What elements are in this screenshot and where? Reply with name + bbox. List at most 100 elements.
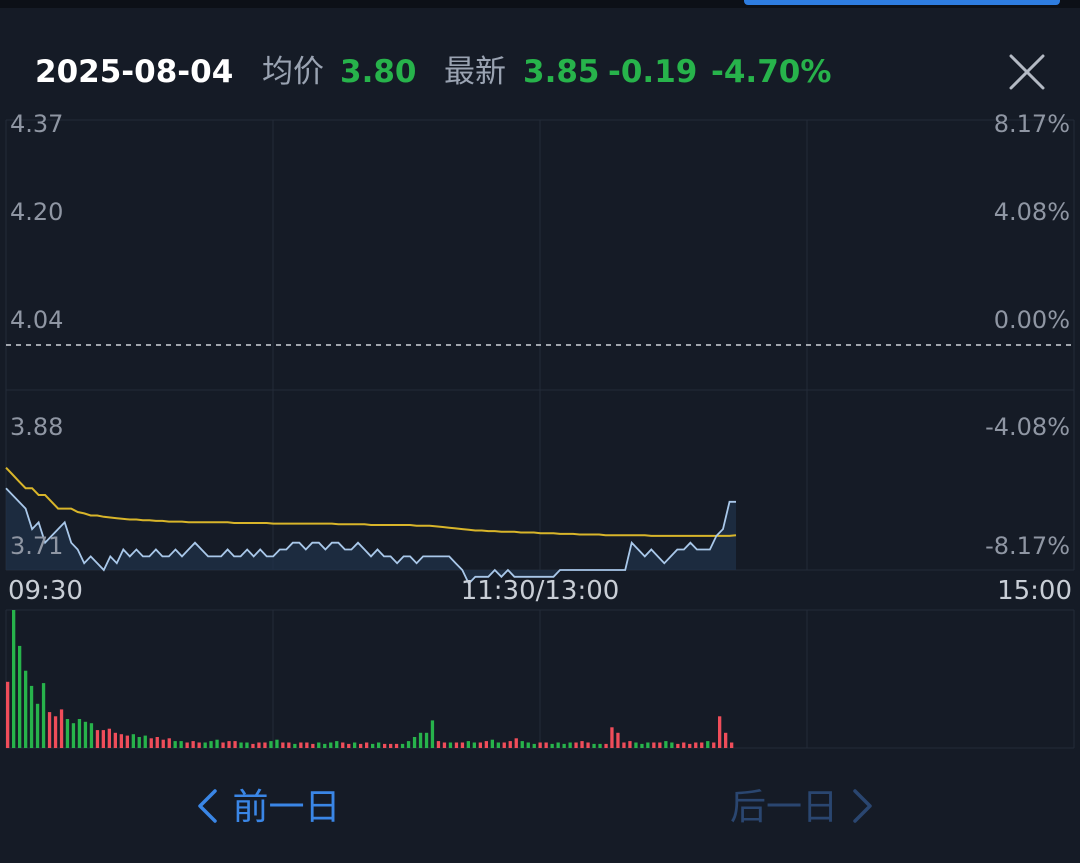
volume-bar [371, 743, 375, 748]
chart-grid [5, 119, 1075, 749]
volume-bar [257, 742, 261, 748]
volume-bar [239, 742, 243, 748]
volume-bar [77, 719, 82, 748]
volume-bar [724, 732, 728, 748]
volume-bar [688, 743, 692, 748]
volume-bar [125, 735, 129, 748]
y-tick-right: 0.00% [994, 306, 1070, 334]
volume-bar [400, 743, 405, 748]
volume-bar [281, 742, 285, 748]
volume-bar [6, 681, 10, 748]
volume-bar [227, 741, 231, 748]
volume-bar [353, 742, 357, 748]
price-change: -0.19 [608, 54, 698, 90]
volume-bar [329, 742, 333, 748]
volume-bar [191, 741, 195, 748]
x-tick: 11:30/13:00 [461, 576, 620, 606]
y-axis-right: 8.17% 4.08% 0.00% -4.08% -8.17% [985, 110, 1070, 560]
volume-bar [730, 742, 734, 748]
volume-bar [436, 741, 441, 748]
volume-bar [173, 741, 177, 748]
volume-bar [131, 734, 135, 748]
y-tick-left: 4.37 [10, 110, 63, 138]
top-accent-bar [744, 0, 1060, 5]
volume-bar [466, 741, 470, 748]
volume-bar [412, 737, 417, 748]
x-tick: 09:30 [8, 576, 83, 606]
volume-bar [119, 734, 123, 748]
volume-bar [700, 742, 704, 748]
volume-bar [430, 720, 435, 748]
close-button[interactable] [1005, 50, 1049, 94]
volume-bar [287, 742, 291, 748]
volume-bar [448, 742, 453, 748]
volume-bar [137, 737, 141, 748]
volume-bar [317, 742, 321, 748]
volume-bar [323, 743, 327, 748]
volume-bar [335, 741, 339, 748]
volume-bar [472, 742, 476, 748]
volume-bar [101, 730, 105, 748]
latest-price-value: 3.85 [523, 54, 600, 90]
volume-bar [424, 732, 429, 748]
volume-bar [484, 741, 488, 748]
volume-bar [341, 742, 345, 748]
volume-bar [221, 742, 225, 748]
prev-day-label: 前一日 [232, 787, 341, 828]
volume-bar [394, 743, 399, 748]
trade-date: 2025-08-04 [35, 54, 234, 90]
y-tick-left: 4.04 [10, 306, 63, 334]
volume-bar [610, 727, 614, 748]
volume-bar [586, 742, 590, 748]
volume-bar [155, 737, 159, 748]
volume-bar [233, 741, 237, 748]
volume-bar [664, 741, 668, 748]
volume-bar [652, 742, 656, 748]
volume-bar [442, 742, 447, 748]
volume-bar [496, 742, 500, 748]
volume-bar [65, 719, 70, 748]
volume-bar [95, 730, 100, 748]
volume-bar [478, 742, 482, 748]
next-day-label: 后一日 [730, 787, 839, 828]
volume-bar [562, 743, 566, 748]
y-tick-right: 4.08% [994, 198, 1070, 226]
volume-bar [406, 741, 411, 748]
latest-price-label: 最新 [444, 54, 506, 90]
next-day-button[interactable]: 后一日 [730, 782, 875, 834]
volume-bar [592, 743, 596, 748]
volume-bar [634, 742, 638, 748]
volume-bar [550, 743, 554, 748]
quote-header: 2025-08-04 均价 3.80 最新 3.85 -0.19 -4.70% [0, 36, 1080, 106]
volume-bar [293, 743, 297, 748]
volume-bar [712, 742, 716, 748]
volume-bar [113, 732, 117, 748]
volume-bar [538, 742, 542, 748]
volume-bar [41, 683, 46, 748]
volume-bar [185, 742, 189, 748]
volume-bar [580, 741, 584, 748]
close-icon [1009, 54, 1045, 90]
x-axis: 09:30 11:30/13:00 15:00 [8, 576, 1072, 606]
avg-price-label: 均价 [262, 54, 324, 90]
y-tick-left: 4.20 [10, 198, 63, 226]
volume-bar [83, 721, 88, 748]
volume-bar [646, 742, 650, 748]
volume-bar [622, 742, 626, 748]
volume-bar [107, 728, 111, 748]
chevron-right-icon [853, 789, 873, 823]
volume-bar [490, 739, 494, 748]
intraday-chart[interactable]: 4.37 4.20 4.04 3.88 3.71 8.17% 4.08% 0.00% -4.0… [0, 110, 1080, 760]
volume-bar [59, 709, 64, 748]
volume-bar [161, 739, 165, 748]
volume-bar [718, 716, 722, 748]
prev-day-button[interactable]: 前一日 [195, 782, 340, 834]
volume-bar [89, 723, 94, 748]
volume-bar [167, 738, 171, 748]
intraday-chart-svg: 4.37 4.20 4.04 3.88 3.71 8.17% 4.08% 0.00% -4.0… [5, 110, 1075, 749]
volume-bar [706, 741, 710, 748]
volume-bar [544, 742, 548, 748]
volume-bar [604, 743, 608, 748]
volume-bar [299, 742, 303, 748]
y-tick-left: 3.88 [10, 413, 63, 441]
